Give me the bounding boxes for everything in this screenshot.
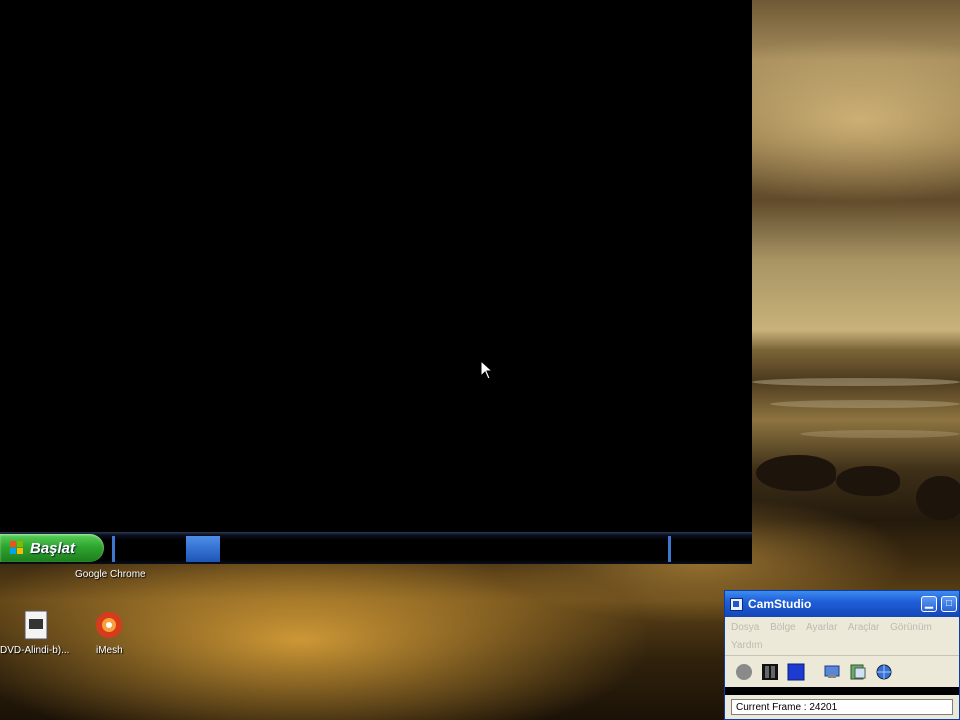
- web-icon[interactable]: [875, 663, 893, 681]
- stop-icon[interactable]: [787, 663, 805, 681]
- chrome-shortcut-label[interactable]: Google Chrome: [75, 569, 146, 580]
- wave-highlight: [770, 400, 960, 408]
- windows-logo-icon: [10, 541, 24, 555]
- current-frame-status: Current Frame : 24201: [731, 699, 953, 715]
- annotation-icon[interactable]: [849, 663, 867, 681]
- minimize-button[interactable]: ▁: [921, 596, 937, 612]
- imesh-icon[interactable]: [94, 610, 124, 640]
- start-button[interactable]: Başlat: [0, 534, 104, 562]
- camstudio-app-icon: [730, 597, 743, 611]
- menu-ayarlar[interactable]: Ayarlar: [806, 622, 838, 633]
- menu-bolge[interactable]: Bölge: [770, 622, 796, 633]
- taskbar: Başlat: [0, 532, 752, 564]
- mouse-pointer-icon: [480, 360, 494, 380]
- dvd-file-label[interactable]: DVD-Alindi-b)...: [0, 645, 69, 656]
- camstudio-title: CamStudio: [748, 597, 812, 611]
- wave-highlight: [752, 378, 960, 386]
- rock: [916, 476, 960, 520]
- camstudio-window: CamStudio ▁ □ Dosya Bölge Ayarlar Araçla…: [724, 590, 960, 720]
- camstudio-titlebar[interactable]: CamStudio ▁ □: [725, 591, 959, 617]
- quicklaunch-separator: [112, 536, 115, 562]
- record-icon[interactable]: [735, 663, 753, 681]
- menu-araclar[interactable]: Araçlar: [848, 622, 880, 633]
- black-application-window[interactable]: [0, 0, 752, 532]
- rock: [836, 466, 900, 496]
- maximize-button[interactable]: □: [941, 596, 957, 612]
- wave-highlight: [800, 430, 960, 438]
- video-file-icon[interactable]: [24, 610, 48, 640]
- imesh-label[interactable]: iMesh: [96, 645, 123, 656]
- menu-yardim[interactable]: Yardım: [731, 640, 763, 651]
- taskbar-button[interactable]: [186, 536, 220, 562]
- start-label: Başlat: [30, 539, 76, 557]
- menu-gorunum[interactable]: Görünüm: [890, 622, 932, 633]
- camstudio-menubar: Dosya Bölge Ayarlar Araçlar Görünüm Yard…: [725, 617, 959, 655]
- menu-dosya[interactable]: Dosya: [731, 622, 759, 633]
- camstudio-preview-strip: [725, 687, 959, 695]
- camstudio-toolbar: [725, 655, 959, 686]
- tray-separator: [668, 536, 671, 562]
- pause-icon[interactable]: [761, 663, 779, 681]
- rock: [756, 455, 836, 491]
- region-icon[interactable]: [823, 663, 841, 681]
